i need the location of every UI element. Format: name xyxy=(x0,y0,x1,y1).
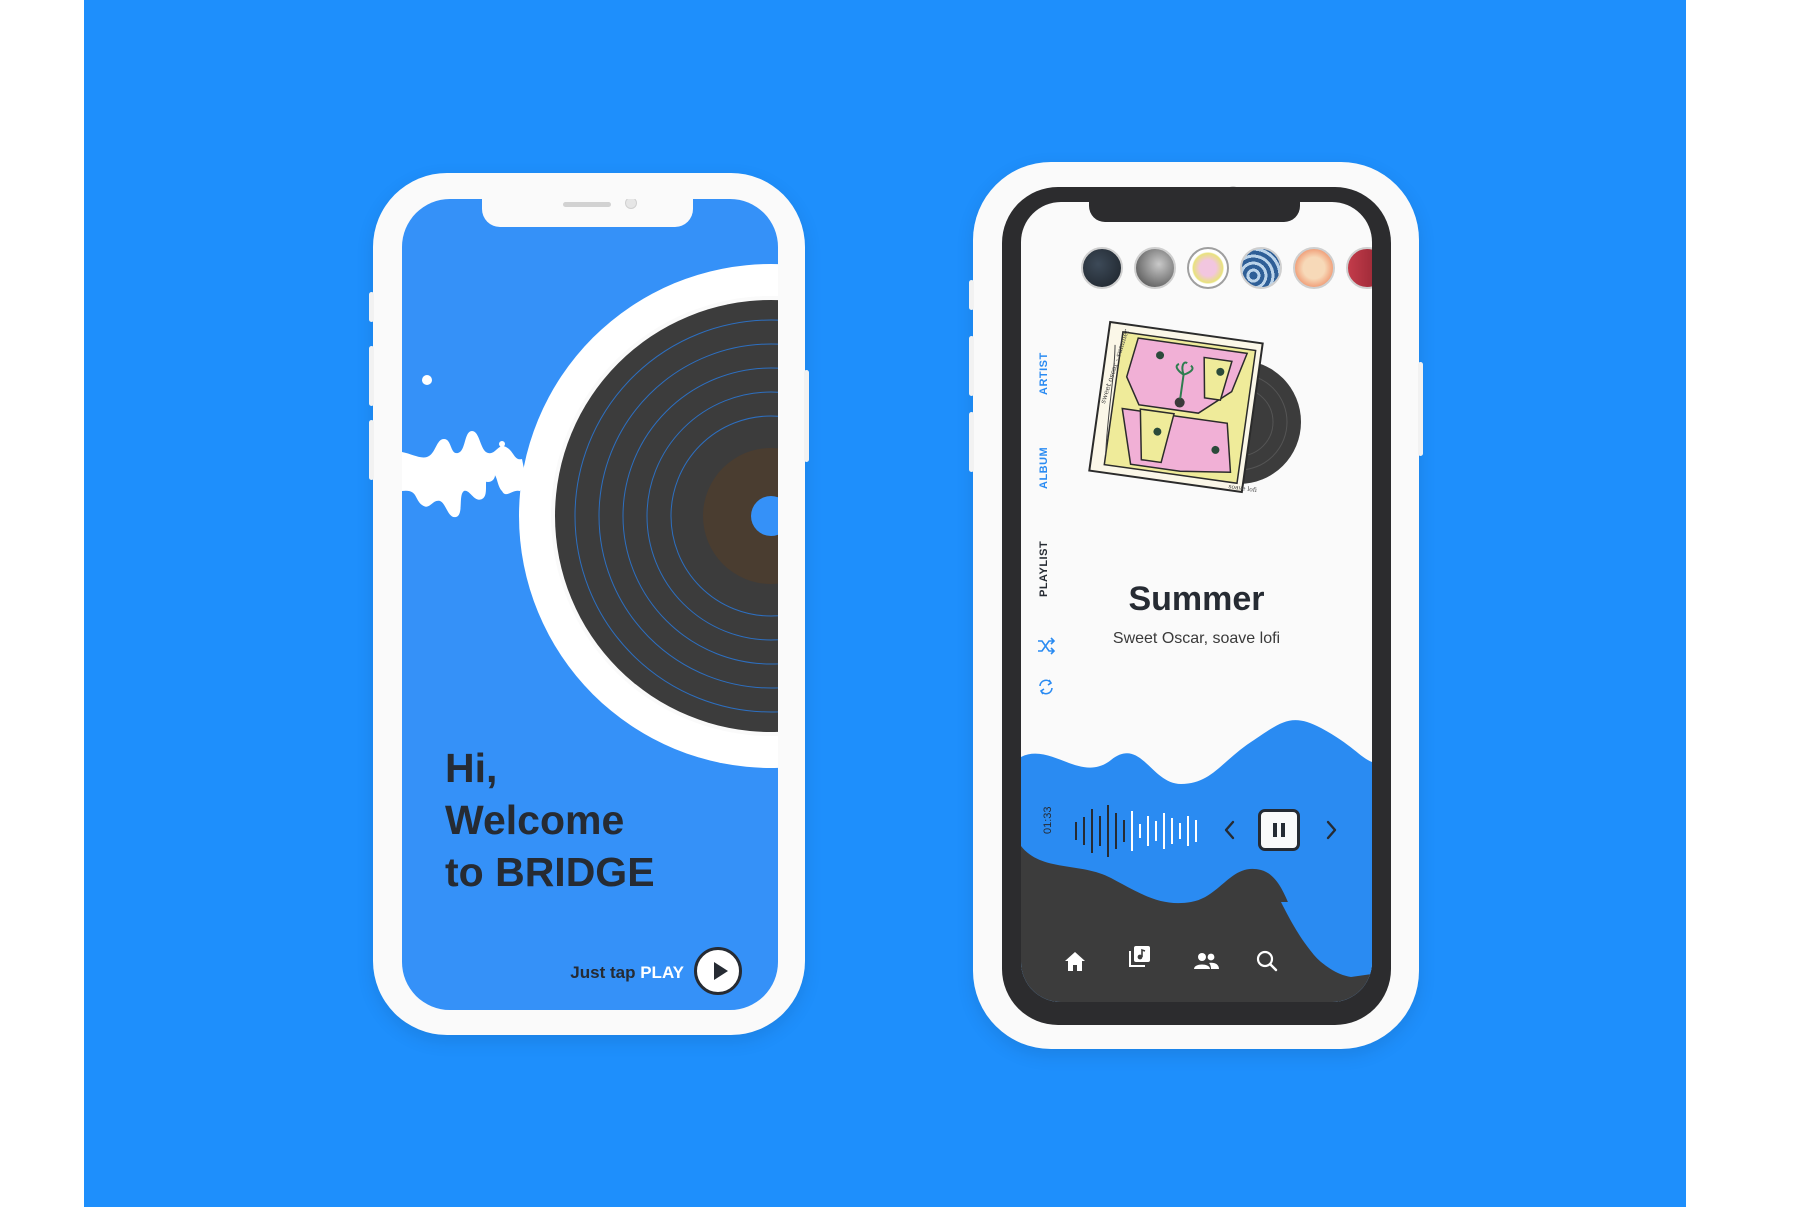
pause-icon xyxy=(1273,823,1285,837)
volume-up-button xyxy=(969,336,974,396)
pause-button[interactable] xyxy=(1258,809,1300,851)
welcome-screen: Hi, Welcome to BRIDGE Just tap PLAY xyxy=(402,199,778,1010)
waveform-bar xyxy=(1107,805,1109,857)
waveform-bar xyxy=(1099,816,1101,846)
waveform-bar xyxy=(1139,824,1141,838)
cta-text: Just tap PLAY xyxy=(570,963,684,983)
milk-splash-graphic xyxy=(402,375,526,518)
greeting-line-1: Hi, xyxy=(445,745,498,791)
waveform-bar xyxy=(1195,820,1197,842)
home-icon[interactable] xyxy=(1061,947,1089,975)
cta-prefix: Just tap xyxy=(570,963,636,982)
people-icon[interactable] xyxy=(1192,947,1220,975)
waveform-bar xyxy=(1075,822,1077,840)
power-button xyxy=(1418,362,1423,456)
previous-icon[interactable] xyxy=(1220,818,1240,842)
cta-action[interactable]: PLAY xyxy=(640,963,684,982)
waveform-bar xyxy=(1123,820,1125,842)
play-cta: Just tap PLAY xyxy=(562,947,742,999)
volume-down-button xyxy=(969,412,974,472)
power-button xyxy=(804,370,809,462)
waveform-bar xyxy=(1179,823,1181,839)
play-button[interactable] xyxy=(694,947,742,995)
welcome-heading: Hi, Welcome to BRIDGE xyxy=(445,742,745,898)
wave-background xyxy=(1021,720,1372,1002)
mute-switch xyxy=(969,280,974,310)
waveform-bar xyxy=(1115,813,1117,849)
waveform-bar xyxy=(1155,821,1157,841)
waveform-bar xyxy=(1147,816,1149,846)
greeting-line-2: Welcome xyxy=(445,797,625,843)
play-icon xyxy=(714,962,728,980)
volume-up-button xyxy=(369,346,374,406)
mute-switch xyxy=(369,292,374,322)
presentation-background xyxy=(84,0,1686,1207)
volume-down-button xyxy=(369,420,374,480)
waveform-bar xyxy=(1091,809,1093,853)
waveform-bar xyxy=(1083,817,1085,845)
waveform-bar xyxy=(1163,813,1165,849)
next-icon[interactable] xyxy=(1321,818,1341,842)
search-icon[interactable] xyxy=(1253,947,1281,975)
waveform-bar xyxy=(1187,816,1189,846)
library-icon[interactable] xyxy=(1126,943,1154,971)
elapsed-time: 01:33 xyxy=(1042,806,1054,834)
player-screen: ARTIST ALBUM PLAYLIST soave lofi sweet o… xyxy=(1021,202,1372,1002)
waveform-bar xyxy=(1171,818,1173,844)
greeting-line-3: to BRIDGE xyxy=(445,849,655,895)
waveform-bar xyxy=(1131,811,1133,851)
